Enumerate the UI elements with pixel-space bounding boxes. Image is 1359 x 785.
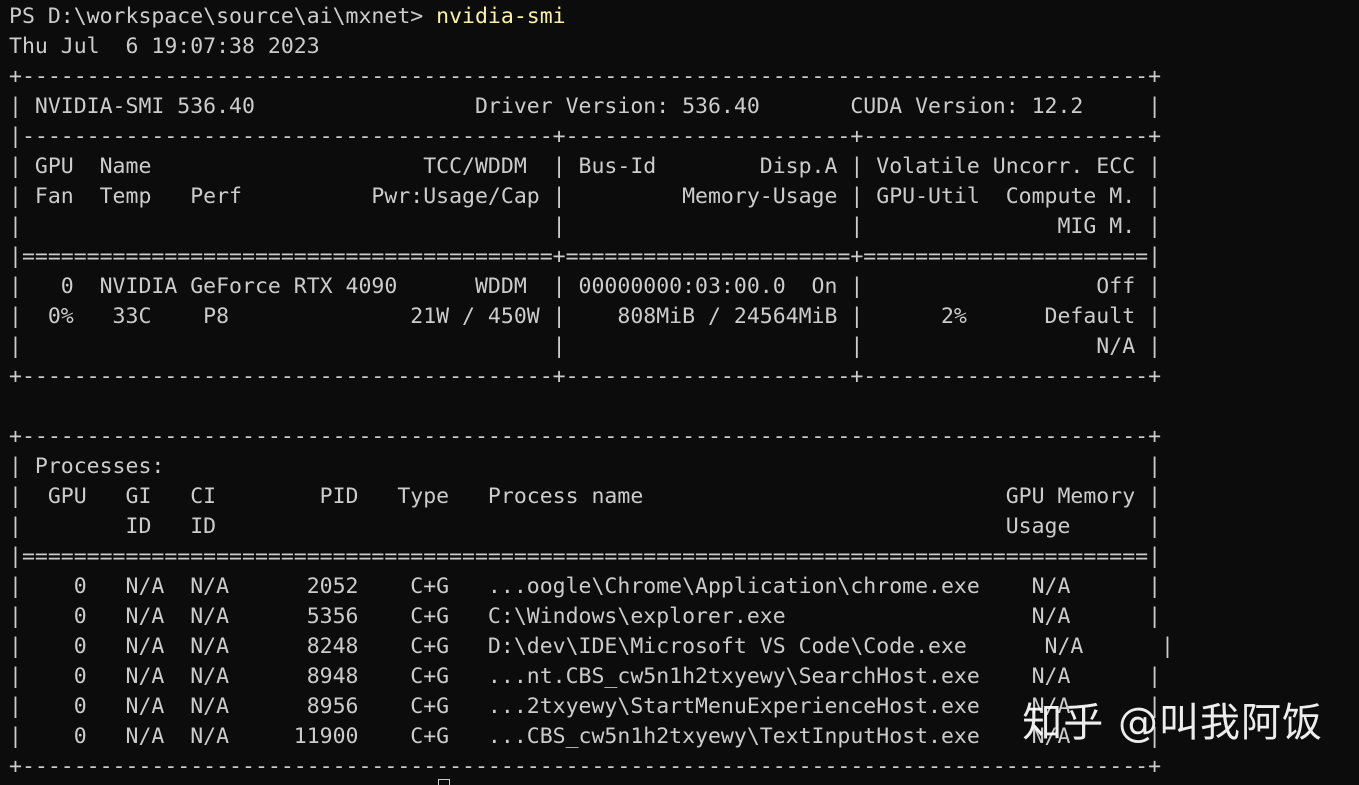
command-text: nvidia-smi — [436, 4, 566, 29]
gpu-table-header-row-3: | | | MIG M. | — [9, 214, 1162, 239]
process-table-border-bottom: +---------------------------------------… — [9, 754, 1162, 779]
process-table-header-row-1: | GPU GI CI PID Type Process name GPU Me… — [9, 484, 1162, 509]
process-row: | 0 N/A N/A 2052 C+G ...oogle\Chrome\App… — [9, 574, 1162, 599]
gpu-table-version-row: | NVIDIA-SMI 536.40 Driver Version: 536.… — [9, 94, 1162, 119]
gpu-table-separator: |---------------------------------------… — [9, 124, 1162, 149]
process-table-border-top: +---------------------------------------… — [9, 424, 1162, 449]
gpu-table-border-bottom: +---------------------------------------… — [9, 364, 1162, 389]
gpu-table-data-row-2: | 0% 33C P8 21W / 450W | 808MiB / 24564M… — [9, 304, 1162, 329]
gpu-table-header-row-1: | GPU Name TCC/WDDM | Bus-Id Disp.A | Vo… — [9, 154, 1162, 179]
text-cursor — [438, 779, 450, 785]
process-table-header-row-2: | ID ID Usage | — [9, 514, 1162, 539]
terminal-window[interactable]: PS D:\workspace\source\ai\mxnet> nvidia-… — [0, 0, 1359, 785]
process-table-title: | Processes: | — [9, 454, 1162, 479]
process-row: | 0 N/A N/A 5356 C+G C:\Windows\explorer… — [9, 604, 1162, 629]
prompt-prefix: PS D:\workspace\source\ai\mxnet> — [9, 4, 437, 29]
watermark: 知乎 @叫我阿饭 — [1022, 700, 1323, 746]
process-row: | 0 N/A N/A 8948 C+G ...nt.CBS_cw5n1h2tx… — [9, 664, 1162, 689]
gpu-table-data-row-1: | 0 NVIDIA GeForce RTX 4090 WDDM | 00000… — [9, 274, 1162, 299]
prompt-line: PS D:\workspace\source\ai\mxnet> nvidia-… — [9, 2, 1359, 32]
process-row: | 0 N/A N/A 8248 C+G D:\dev\IDE\Microsof… — [9, 634, 1174, 659]
gpu-table-border-top: +---------------------------------------… — [9, 64, 1162, 89]
timestamp-line: Thu Jul 6 19:07:38 2023 — [9, 34, 320, 59]
gpu-table-double-separator: |=======================================… — [9, 244, 1162, 269]
gpu-table-header-row-2: | Fan Temp Perf Pwr:Usage/Cap | Memory-U… — [9, 184, 1162, 209]
gpu-table-data-row-3: | | | N/A | — [9, 334, 1162, 359]
process-table-double-separator: |=======================================… — [9, 544, 1162, 569]
